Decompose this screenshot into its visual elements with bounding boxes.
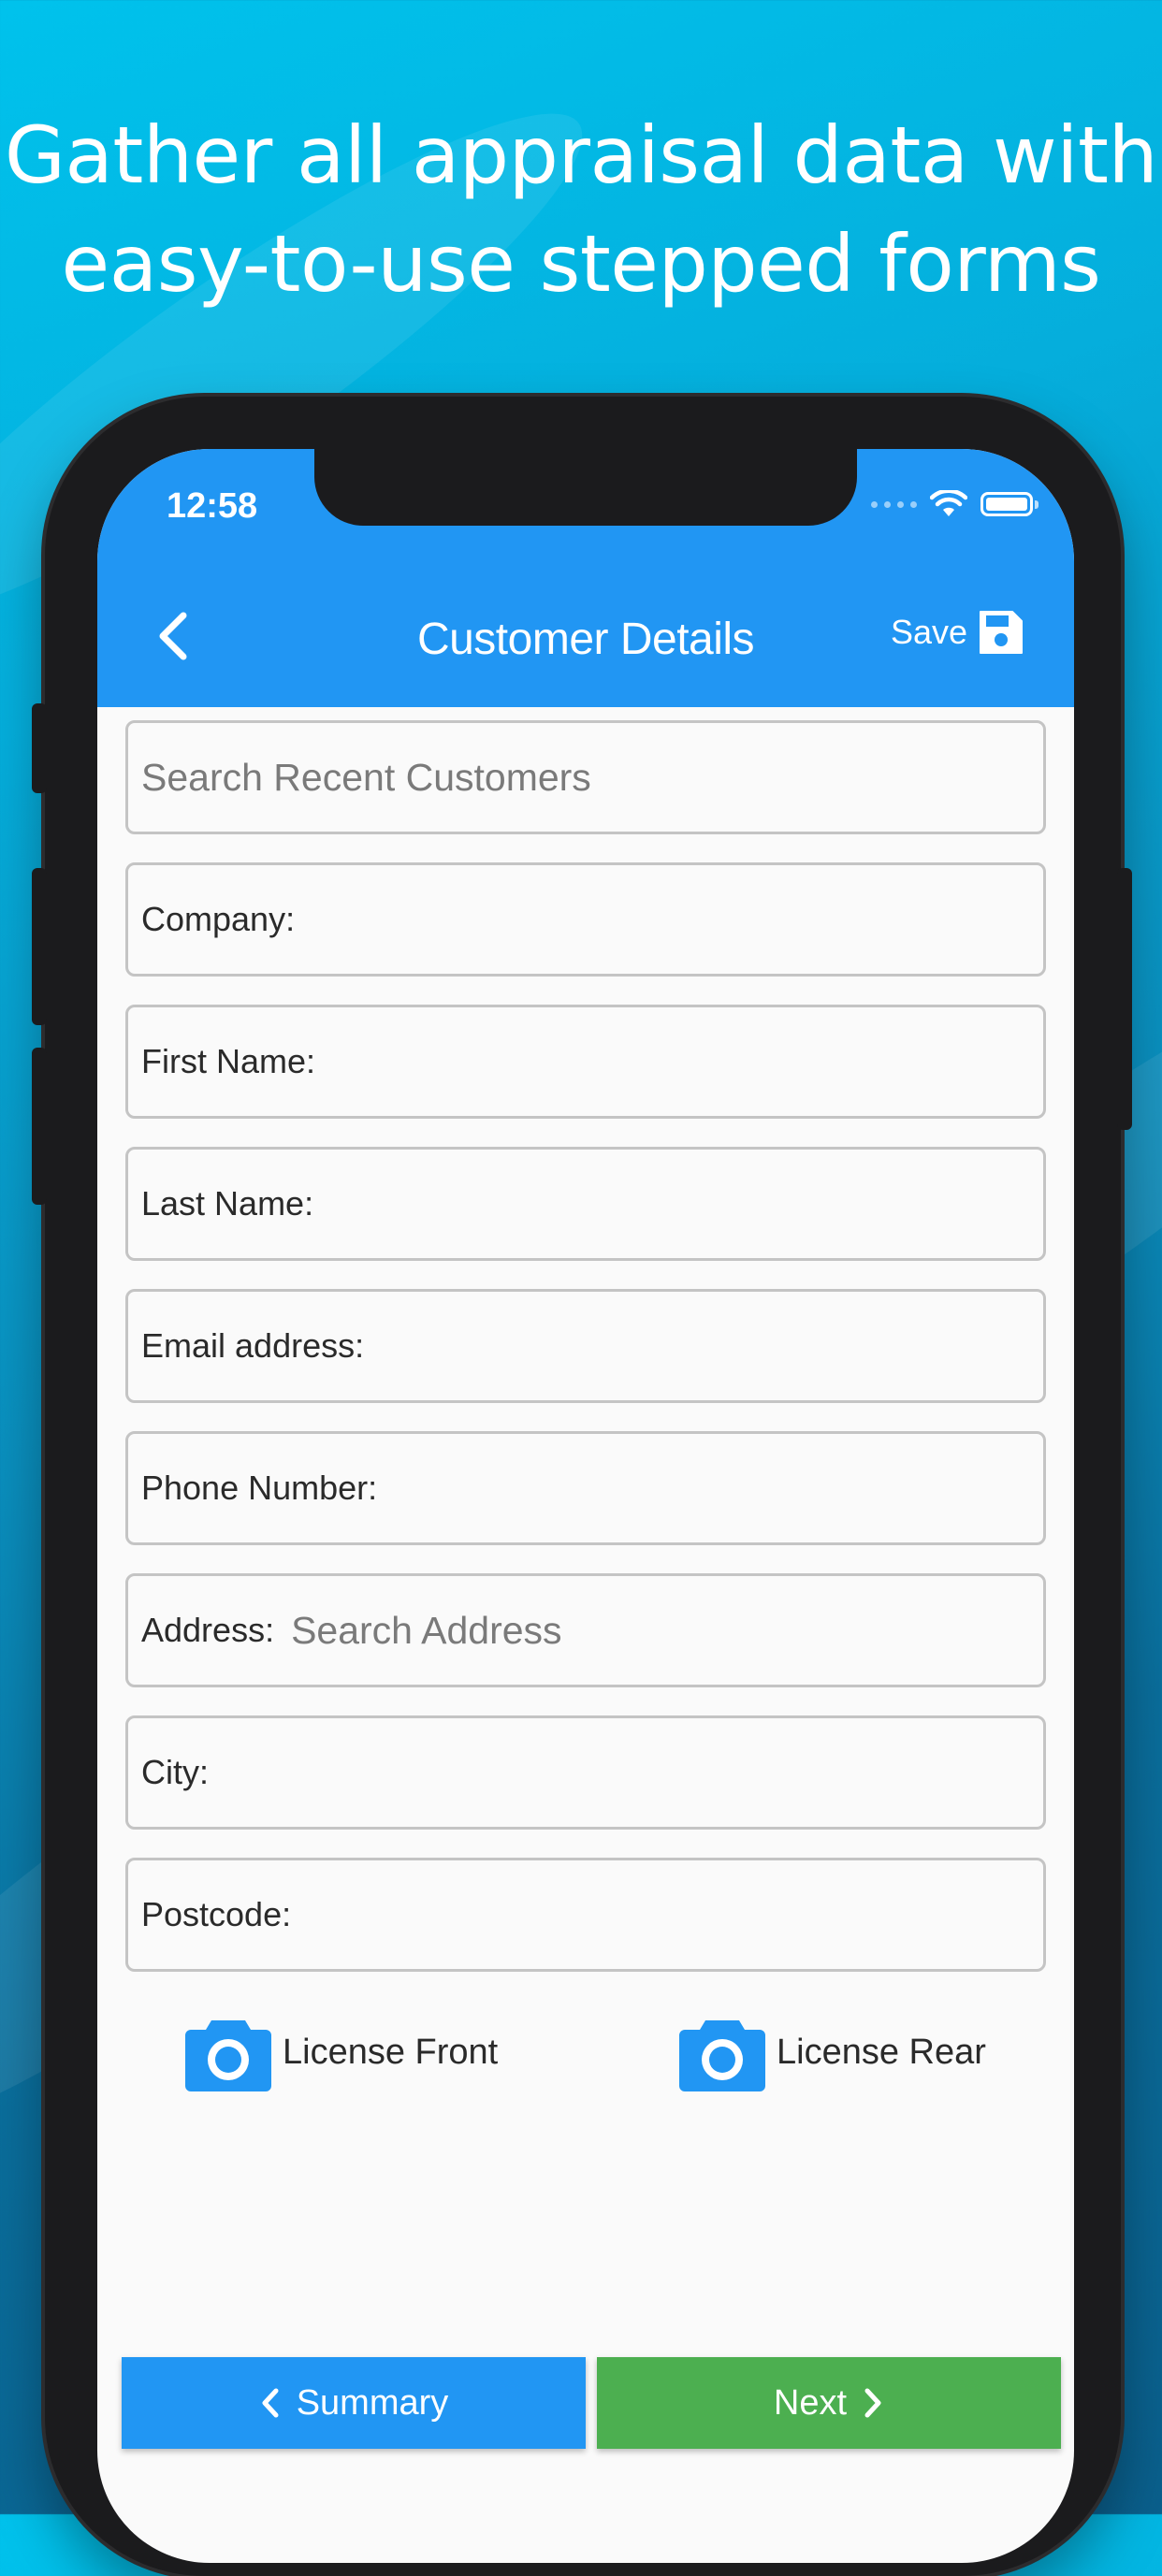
phone-screen: 12:58 Customer Details Save Search Recen… <box>97 449 1074 2563</box>
marketing-headline: Gather all appraisal data with easy-to-u… <box>0 101 1162 318</box>
status-time: 12:58 <box>167 486 258 526</box>
phone-volume-up-button <box>32 868 47 1025</box>
license-rear-label: License Rear <box>777 2032 986 2072</box>
cellular-signal-icon <box>871 500 917 508</box>
chevron-right-icon <box>864 2388 881 2418</box>
address-search-placeholder: Search Address <box>291 1608 562 1652</box>
address-field[interactable]: Address: Search Address <box>125 1573 1046 1687</box>
search-customers-input[interactable]: Search Recent Customers <box>125 720 1046 834</box>
wifi-icon <box>930 490 967 516</box>
city-field[interactable]: City: <box>125 1715 1046 1830</box>
chevron-left-icon <box>262 2388 279 2418</box>
phone-mute-switch <box>32 703 47 793</box>
first-name-label: First Name: <box>141 1042 316 1080</box>
next-button[interactable]: Next <box>597 2357 1061 2449</box>
battery-icon <box>980 492 1039 516</box>
phone-volume-down-button <box>32 1048 47 1205</box>
next-button-label: Next <box>773 2382 848 2423</box>
license-front-button[interactable]: License Front <box>185 2013 498 2091</box>
status-icons <box>871 490 1039 518</box>
license-rear-button[interactable]: License Rear <box>679 2013 986 2091</box>
app-bar: 12:58 Customer Details Save <box>97 449 1074 707</box>
summary-button-label: Summary <box>296 2382 449 2423</box>
search-customers-placeholder: Search Recent Customers <box>141 755 591 799</box>
first-name-field[interactable]: First Name: <box>125 1005 1046 1119</box>
phone-power-button <box>1117 868 1132 1130</box>
email-label: Email address: <box>141 1326 365 1365</box>
camera-icon <box>679 2020 765 2091</box>
email-field[interactable]: Email address: <box>125 1289 1046 1403</box>
phone-number-label: Phone Number: <box>141 1469 378 1507</box>
postcode-field[interactable]: Postcode: <box>125 1858 1046 1972</box>
last-name-label: Last Name: <box>141 1184 314 1223</box>
city-label: City: <box>141 1753 209 1791</box>
floppy-disk-icon <box>980 611 1023 654</box>
save-button-label: Save <box>890 613 967 651</box>
address-label: Address: <box>141 1611 275 1649</box>
company-field[interactable]: Company: <box>125 862 1046 977</box>
summary-button[interactable]: Summary <box>122 2357 586 2449</box>
phone-notch <box>314 449 857 526</box>
postcode-label: Postcode: <box>141 1895 292 1933</box>
camera-icon <box>185 2020 271 2091</box>
headline-line-2: easy-to-use stepped forms <box>61 218 1101 310</box>
last-name-field[interactable]: Last Name: <box>125 1147 1046 1261</box>
company-label: Company: <box>141 900 296 938</box>
license-front-label: License Front <box>283 2032 499 2072</box>
phone-number-field[interactable]: Phone Number: <box>125 1431 1046 1545</box>
save-button[interactable]: Save <box>891 608 1025 657</box>
headline-line-1: Gather all appraisal data with <box>4 109 1158 201</box>
